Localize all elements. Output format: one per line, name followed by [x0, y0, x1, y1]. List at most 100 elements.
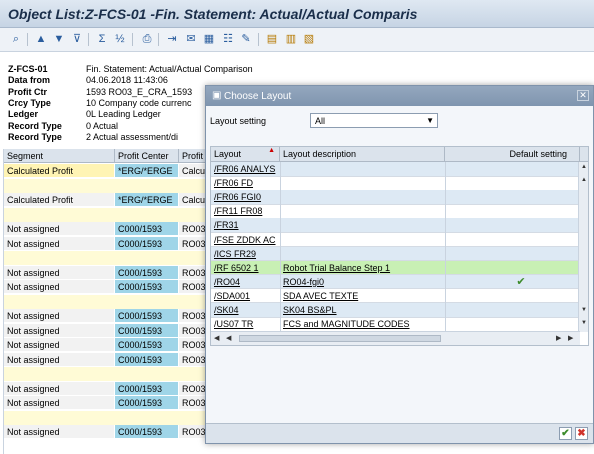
- scrollbar-thumb[interactable]: [239, 335, 441, 342]
- grid-column-header[interactable]: Profit Center: [115, 149, 179, 163]
- segment-cell[interactable]: Not assigned: [4, 338, 115, 352]
- segment-cell[interactable]: Not assigned: [4, 381, 115, 396]
- profit-center-cell[interactable]: C000/1593: [115, 280, 179, 294]
- segment-cell[interactable]: Calculated Profit: [4, 193, 115, 207]
- print-icon[interactable]: ⎙: [140, 32, 154, 46]
- scroll-down-fast-icon[interactable]: ▼: [580, 307, 588, 315]
- sort-ascending-icon[interactable]: ▲: [34, 32, 48, 46]
- segment-cell[interactable]: Not assigned: [4, 222, 115, 236]
- profit-cell[interactable]: RO03: [179, 352, 208, 367]
- profit-center-cell[interactable]: C000/1593: [115, 352, 179, 367]
- layout-row[interactable]: /RF 6502 1 Robot Trial Balance Step 1: [211, 260, 580, 276]
- profit-cell[interactable]: Calcul: [179, 164, 208, 178]
- layout-row[interactable]: /FR11 FR08: [211, 204, 580, 219]
- vertical-scrollbar[interactable]: ▲ ▲ ▼ ▼: [578, 162, 588, 332]
- layout-row[interactable]: /US07 TR FCS and MAGNITUDE CODES: [211, 317, 580, 332]
- layout-name[interactable]: /US07 TR: [214, 319, 280, 329]
- scroll-left-fast-icon[interactable]: ◀: [226, 334, 231, 342]
- layout-name[interactable]: /FR31: [214, 220, 280, 230]
- segment-cell[interactable]: Not assigned: [4, 323, 115, 338]
- column-header-description[interactable]: Layout description: [280, 147, 445, 162]
- profit-cell[interactable]: RO03: [179, 309, 208, 323]
- profit-center-cell[interactable]: C000/1593: [115, 396, 179, 410]
- layout-grid-icon[interactable]: ▤: [265, 32, 279, 46]
- layout-row[interactable]: /SDA001 SDA AVEC TEXTE: [211, 289, 580, 304]
- scroll-up-icon[interactable]: ▲: [580, 164, 588, 172]
- choose-layout-icon[interactable]: ☷: [221, 32, 235, 46]
- segment-cell[interactable]: Not assigned: [4, 236, 115, 251]
- sort-descending-icon[interactable]: ▼: [52, 32, 66, 46]
- layout-name[interactable]: /FR06 FGI0: [214, 192, 280, 202]
- segment-cell[interactable]: Not assigned: [4, 265, 115, 280]
- profit-center-cell[interactable]: C000/1593: [115, 309, 179, 323]
- scroll-up-fast-icon[interactable]: ▲: [580, 177, 588, 185]
- layout-row[interactable]: /FSE ZDDK AC: [211, 233, 580, 247]
- segment-cell[interactable]: Not assigned: [4, 396, 115, 410]
- profit-cell[interactable]: RO03: [179, 236, 208, 251]
- profit-center-cell[interactable]: C000/1593: [115, 381, 179, 396]
- horizontal-scrollbar[interactable]: ◀ ◀ ▶ ▶: [211, 331, 580, 345]
- find-icon[interactable]: ⌕: [9, 32, 23, 46]
- save-layout-icon[interactable]: ✎: [239, 32, 253, 46]
- profit-cell[interactable]: RO03: [179, 425, 208, 439]
- layout-name[interactable]: /RF 6502 1: [214, 263, 280, 273]
- profit-cell[interactable]: RO03: [179, 323, 208, 338]
- profit-center-cell[interactable]: C000/1593: [115, 236, 179, 251]
- segment-cell[interactable]: Not assigned: [4, 352, 115, 367]
- layout-row[interactable]: /SK04 SK04 BS&PL: [211, 303, 580, 318]
- layout-row[interactable]: /FR31: [211, 218, 580, 233]
- segment-cell[interactable]: Not assigned: [4, 309, 115, 323]
- profit-cell[interactable]: Calcul: [179, 193, 208, 207]
- mail-icon[interactable]: ✉: [184, 32, 198, 46]
- profit-center-cell[interactable]: *ERG/*ERGE: [115, 193, 179, 207]
- change-layout-icon[interactable]: ▥: [284, 32, 298, 46]
- scroll-right-icon[interactable]: ▶: [568, 334, 573, 342]
- segment-cell[interactable]: Not assigned: [4, 280, 115, 294]
- segment-cell[interactable]: Not assigned: [4, 425, 115, 439]
- profit-center-cell[interactable]: C000/1593: [115, 222, 179, 236]
- scroll-right-fast-icon[interactable]: ▶: [556, 334, 561, 342]
- export-icon[interactable]: ⇥: [165, 32, 179, 46]
- graphic-icon[interactable]: ▦: [202, 32, 216, 46]
- profit-cell[interactable]: RO03: [179, 280, 208, 294]
- profit-cell[interactable]: RO03: [179, 338, 208, 352]
- sum-icon[interactable]: Σ: [95, 32, 109, 46]
- profit-cell[interactable]: RO03: [179, 222, 208, 236]
- layout-name[interactable]: /SK04: [214, 305, 280, 315]
- layout-row[interactable]: /FR06 FGI0: [211, 190, 580, 205]
- profit-center-cell[interactable]: C000/1593: [115, 338, 179, 352]
- profit-center-cell[interactable]: C000/1593: [115, 265, 179, 280]
- column-header-layout[interactable]: Layout ▲: [211, 147, 280, 162]
- ok-button[interactable]: ✔: [559, 427, 572, 440]
- profit-center-cell[interactable]: *ERG/*ERGE: [115, 164, 179, 178]
- layout-name[interactable]: /ICS FR29: [214, 249, 280, 259]
- save-icon[interactable]: ▧: [302, 32, 316, 46]
- scroll-left-icon[interactable]: ◀: [214, 334, 219, 342]
- profit-cell[interactable]: RO03: [179, 396, 208, 410]
- profit-center-cell[interactable]: C000/1593: [115, 425, 179, 439]
- layout-row[interactable]: /FR06 FD: [211, 176, 580, 191]
- layout-row[interactable]: /ICS FR29: [211, 246, 580, 262]
- profit-cell[interactable]: RO03: [179, 381, 208, 396]
- filter-icon[interactable]: ⊽: [70, 32, 84, 46]
- column-header-default[interactable]: Default setting: [445, 147, 580, 162]
- layout-name[interactable]: /FR11 FR08: [214, 206, 280, 216]
- layout-row[interactable]: /RO04 RO04-fgi0 ✔: [211, 274, 580, 290]
- segment-cell[interactable]: Calculated Profit: [4, 164, 115, 178]
- subtotal-icon[interactable]: ½: [113, 32, 127, 46]
- layout-name[interactable]: /FR06 ANALYS: [214, 164, 280, 174]
- layout-row[interactable]: /FR06 ANALYS: [211, 162, 580, 177]
- column-settings-icon[interactable]: [580, 147, 588, 162]
- cancel-button[interactable]: ✖: [575, 427, 588, 440]
- layout-name[interactable]: /FSE ZDDK AC: [214, 235, 280, 245]
- grid-column-header[interactable]: Segment: [4, 149, 115, 163]
- profit-center-cell[interactable]: C000/1593: [115, 323, 179, 338]
- profit-cell[interactable]: RO03: [179, 265, 208, 280]
- grid-column-header[interactable]: Profit: [179, 149, 208, 163]
- scroll-down-icon[interactable]: ▼: [580, 320, 588, 328]
- layout-name[interactable]: /RO04: [214, 277, 280, 287]
- layout-name[interactable]: /FR06 FD: [214, 178, 280, 188]
- layout-setting-select[interactable]: All ▼: [310, 113, 438, 128]
- layout-name[interactable]: /SDA001: [214, 291, 280, 301]
- close-button[interactable]: ✕: [577, 90, 589, 101]
